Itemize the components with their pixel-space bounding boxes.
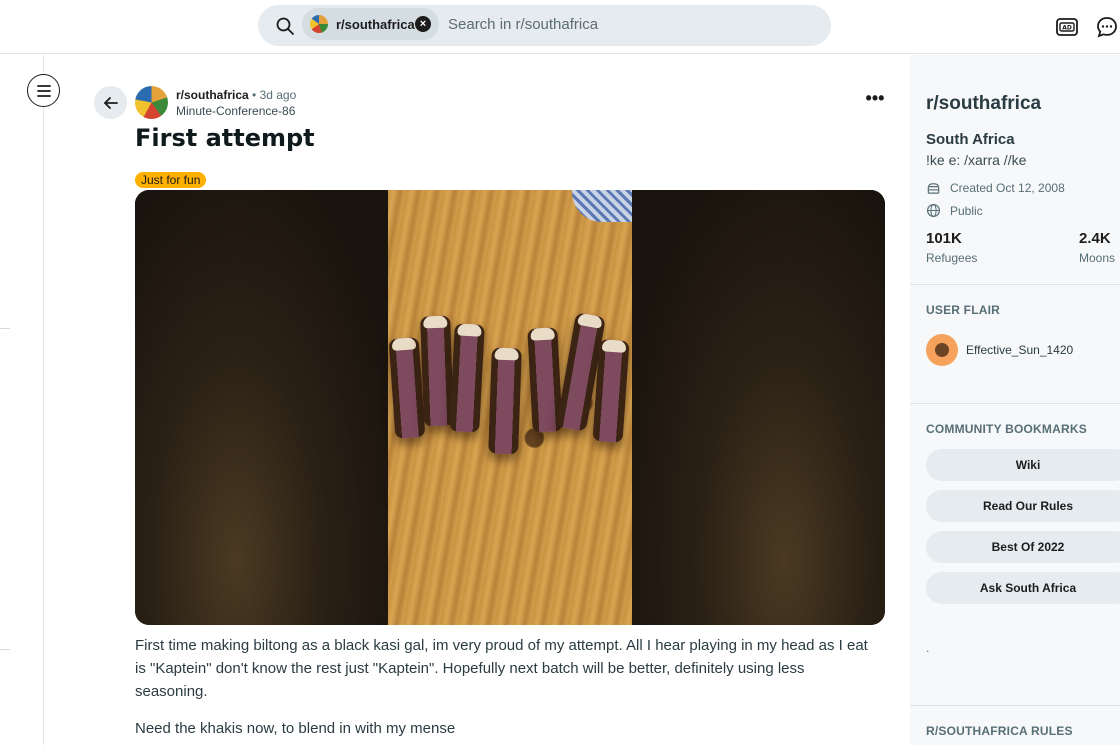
subreddit-icon (310, 15, 328, 33)
subreddit-avatar[interactable] (135, 86, 168, 119)
avatar[interactable] (926, 334, 958, 366)
post-paragraph: Need the khakis now, to blend in with my… (135, 720, 456, 737)
left-nav (0, 55, 44, 745)
bookmark-ask-button[interactable]: Ask South Africa (926, 572, 1120, 604)
visibility-label: Public (950, 203, 983, 218)
nav-divider (0, 328, 10, 329)
close-icon[interactable]: × (415, 16, 431, 32)
meta-separator: • (252, 88, 257, 102)
svg-text:AD: AD (1062, 25, 1072, 32)
search-input[interactable] (448, 8, 818, 40)
menu-button[interactable] (27, 74, 60, 107)
community-title[interactable]: r/southafrica (926, 93, 1041, 115)
post-paragraph: First time making biltong as a black kas… (135, 637, 868, 700)
page: r/southafrica × AD r/south (0, 0, 1120, 745)
biltong-slice (449, 323, 485, 433)
created-date: Created Oct 12, 2008 (950, 180, 1065, 195)
more-options-button[interactable]: ••• (862, 89, 888, 113)
top-bar: r/southafrica × AD (0, 0, 1120, 54)
community-description: !ke e: /xarra //ke (926, 152, 1027, 168)
post-title: First attempt (135, 124, 315, 152)
chat-icon[interactable] (1095, 15, 1119, 39)
sidebar-note: . (926, 641, 930, 655)
post-time: 3d ago (259, 88, 297, 102)
visibility-row: Public (926, 203, 983, 218)
bookmarks-heading: COMMUNITY BOOKMARKS (926, 422, 1087, 436)
subreddit-link[interactable]: r/southafrica (176, 88, 249, 102)
advertise-icon[interactable]: AD (1055, 15, 1079, 39)
bookmark-best-of-button[interactable]: Best Of 2022 (926, 531, 1120, 563)
community-sidebar: r/southafrica South Africa !ke e: /xarra… (910, 55, 1120, 745)
members-count: 101K (926, 230, 962, 247)
created-row: Created Oct 12, 2008 (926, 180, 1065, 195)
post-image[interactable] (135, 190, 885, 625)
biltong-slice (420, 315, 454, 427)
plate-edge (572, 190, 632, 222)
hamburger-icon (36, 84, 51, 97)
search-icon (276, 17, 294, 35)
bookmark-rules-button[interactable]: Read Our Rules (926, 490, 1120, 522)
cake-icon (927, 183, 940, 194)
chip-label: r/southafrica (336, 16, 415, 32)
flair-username: Effective_Sun_1420 (966, 343, 1074, 357)
user-flair-heading: USER FLAIR (926, 303, 1000, 317)
online-count: 2.4K (1079, 230, 1111, 247)
rules-heading: R/SOUTHAFRICA RULES (926, 724, 1073, 738)
image-blur-backdrop (135, 190, 388, 625)
post-meta: r/southafrica • 3d ago (176, 88, 296, 102)
image-blur-backdrop (632, 190, 885, 625)
biltong-photo (388, 190, 632, 625)
online-label: Moons (1079, 251, 1116, 265)
sidebar-divider (910, 284, 1120, 285)
globe-icon (926, 203, 941, 218)
post-body: First time making biltong as a black kas… (135, 634, 875, 745)
sidebar-divider (910, 705, 1120, 706)
author-link[interactable]: Minute-Conference-86 (176, 104, 295, 118)
members-label: Refugees (926, 251, 978, 265)
nav-divider (0, 649, 10, 650)
post-flair[interactable]: Just for fun (135, 172, 207, 188)
subreddit-search-chip[interactable]: r/southafrica × (302, 8, 439, 40)
back-button[interactable] (94, 86, 127, 119)
bookmark-wiki-button[interactable]: Wiki (926, 449, 1120, 481)
biltong-slice (488, 347, 522, 455)
arrow-left-icon (103, 96, 118, 109)
community-name: South Africa (926, 131, 1015, 148)
sidebar-divider (910, 403, 1120, 404)
